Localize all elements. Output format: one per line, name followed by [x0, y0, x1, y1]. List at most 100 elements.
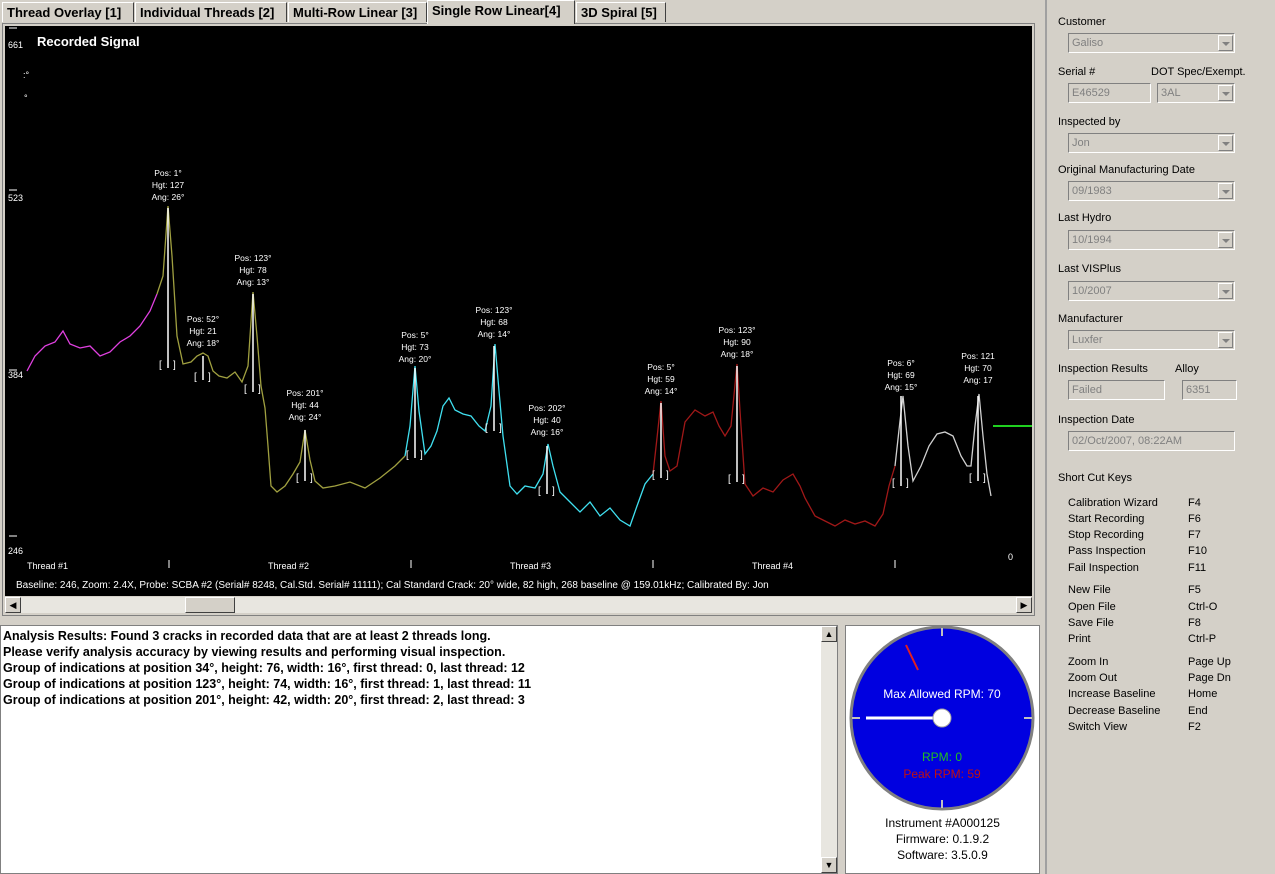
tab-3d-spiral[interactable]: 3D Spiral [5]: [576, 2, 666, 22]
y-tick-523: 523: [8, 193, 23, 203]
signal-chart-svg: 661 523 384 246 :° ° Recorded Signal [][…: [8, 27, 1032, 591]
bracket-marker: [: [969, 473, 972, 484]
tab-individual-threads[interactable]: Individual Threads [2]: [135, 2, 287, 22]
customer-select[interactable]: Galiso: [1068, 33, 1235, 53]
scroll-right-button[interactable]: ▶: [1016, 597, 1032, 613]
dot-spec-label: DOT Spec/Exempt.: [1151, 66, 1246, 78]
shortcut-key: Page Dn: [1188, 672, 1231, 684]
bracket-marker: ]: [552, 486, 555, 497]
peak-label-hgt: Hgt: 68: [480, 317, 508, 327]
manufacturer-label: Manufacturer: [1058, 313, 1123, 325]
last-visplus-value: 10/2007: [1072, 285, 1112, 297]
shortcut-name: Save File: [1068, 617, 1114, 629]
results-line: Group of indications at position 34°, he…: [3, 661, 525, 675]
chevron-down-icon[interactable]: [1218, 183, 1233, 199]
bracket-marker: ]: [208, 372, 211, 383]
shortcut-key: F2: [1188, 721, 1201, 733]
bracket-marker: [: [652, 470, 655, 481]
orig-date-label: Original Manufacturing Date: [1058, 164, 1195, 176]
bracket-marker: [: [296, 473, 299, 484]
scroll-thumb[interactable]: [185, 597, 235, 613]
serial-field[interactable]: E46529: [1068, 83, 1151, 103]
peak-label-ang: Ang: 14°: [478, 329, 511, 339]
tab-thread-overlay[interactable]: Thread Overlay [1]: [2, 2, 134, 22]
peak-label-ang: Ang: 14°: [645, 386, 678, 396]
scroll-down-button[interactable]: ▼: [821, 857, 837, 873]
chevron-down-icon[interactable]: [1218, 283, 1233, 299]
peak-label-ang: Ang: 17: [963, 375, 993, 385]
customer-label: Customer: [1058, 16, 1106, 28]
shortcut-name: Pass Inspection: [1068, 545, 1146, 557]
dot-spec-select[interactable]: 3AL: [1157, 83, 1235, 103]
last-hydro-value: 10/1994: [1072, 234, 1112, 246]
bracket-marker: [: [538, 486, 541, 497]
peak-label-pos: Pos: 5°: [647, 362, 675, 372]
bracket-marker: [: [244, 384, 247, 395]
gauge-rpm-label: RPM: 0: [922, 750, 962, 764]
inspection-date-value: 02/Oct/2007, 08:22AM: [1072, 435, 1183, 447]
signal-plot: 661 523 384 246 :° ° Recorded Signal [][…: [5, 26, 1032, 596]
shortcut-key: F5: [1188, 584, 1201, 596]
signal-traces: [26, 205, 992, 527]
peak-label-hgt: Hgt: 69: [887, 370, 915, 380]
last-hydro-select[interactable]: 10/1994: [1068, 230, 1235, 250]
results-vertical-scrollbar[interactable]: ▲ ▼: [821, 626, 837, 873]
inspected-by-label: Inspected by: [1058, 116, 1121, 128]
shortcut-name: Switch View: [1068, 721, 1128, 733]
peak-label-hgt: Hgt: 21: [189, 326, 217, 336]
last-visplus-select[interactable]: 10/2007: [1068, 281, 1235, 301]
chevron-down-icon[interactable]: [1218, 85, 1233, 101]
inspection-date-field[interactable]: 02/Oct/2007, 08:22AM: [1068, 431, 1235, 451]
inspected-by-select[interactable]: Jon: [1068, 133, 1235, 153]
bracket-marker: [: [159, 360, 162, 371]
shortcut-key: F4: [1188, 497, 1201, 509]
peak-label-pos: Pos: 123°: [476, 305, 513, 315]
bracket-marker: [: [892, 478, 895, 489]
manufacturer-value: Luxfer: [1072, 334, 1103, 346]
firmware-label: Firmware: 0.1.9.2: [895, 832, 990, 846]
shortcut-name: New File: [1068, 584, 1111, 596]
bracket-marker: ]: [258, 384, 261, 395]
peak-label-pos: Pos: 201°: [287, 388, 324, 398]
bracket-marker: ]: [906, 478, 909, 489]
chevron-down-icon[interactable]: [1218, 332, 1233, 348]
shortcut-row: Start Recording F6: [1068, 513, 1268, 529]
status-dot-2: °: [24, 93, 28, 103]
shortcut-key: F7: [1188, 529, 1201, 541]
tab-single-row-linear[interactable]: Single Row Linear[4]: [427, 0, 575, 24]
shortcut-row: Open File Ctrl-O: [1068, 601, 1268, 617]
analysis-results-text: Analysis Results: Found 3 cracks in reco…: [3, 628, 531, 708]
signal-trace-segment: [156, 205, 406, 493]
y-axis-ticks: 661 523 384 246 :° °: [8, 27, 30, 556]
scroll-left-button[interactable]: ◀: [5, 597, 21, 613]
plot-horizontal-scrollbar[interactable]: ◀ ▶: [5, 597, 1032, 613]
analysis-results-box[interactable]: Analysis Results: Found 3 cracks in reco…: [0, 625, 838, 874]
peak-label-pos: Pos: 202°: [529, 403, 566, 413]
peak-label-pos: Pos: 1°: [154, 168, 182, 178]
gauge-hub: [932, 708, 952, 728]
orig-date-select[interactable]: 09/1983: [1068, 181, 1235, 201]
results-line: Group of indications at position 123°, h…: [3, 677, 532, 691]
plot-corner-zero: 0: [1008, 552, 1013, 562]
shortcut-key: F8: [1188, 617, 1201, 629]
signal-trace-segment: [404, 343, 654, 527]
inspection-results-field[interactable]: Failed: [1068, 380, 1165, 400]
tab-multi-row-linear[interactable]: Multi-Row Linear [3]: [288, 2, 427, 22]
chevron-down-icon[interactable]: [1218, 35, 1233, 51]
shortcut-key: Ctrl-O: [1188, 601, 1218, 613]
peak-label-hgt: Hgt: 73: [401, 342, 429, 352]
shortcut-name: Open File: [1068, 601, 1116, 613]
gauge-peak-label: Peak RPM: 59: [903, 767, 981, 781]
bracket-marker: [: [485, 423, 488, 434]
chevron-down-icon[interactable]: [1218, 232, 1233, 248]
shortcut-row: Decrease Baseline End: [1068, 705, 1268, 721]
chevron-down-icon[interactable]: [1218, 135, 1233, 151]
alloy-field[interactable]: 6351: [1182, 380, 1237, 400]
shortcut-key: F6: [1188, 513, 1201, 525]
bracket-marker: ]: [983, 473, 986, 484]
shortcut-name: Print: [1068, 633, 1091, 645]
results-line: Please verify analysis accuracy by viewi…: [3, 645, 506, 659]
scroll-up-button[interactable]: ▲: [821, 626, 837, 642]
manufacturer-select[interactable]: Luxfer: [1068, 330, 1235, 350]
last-visplus-label: Last VISPlus: [1058, 263, 1121, 275]
